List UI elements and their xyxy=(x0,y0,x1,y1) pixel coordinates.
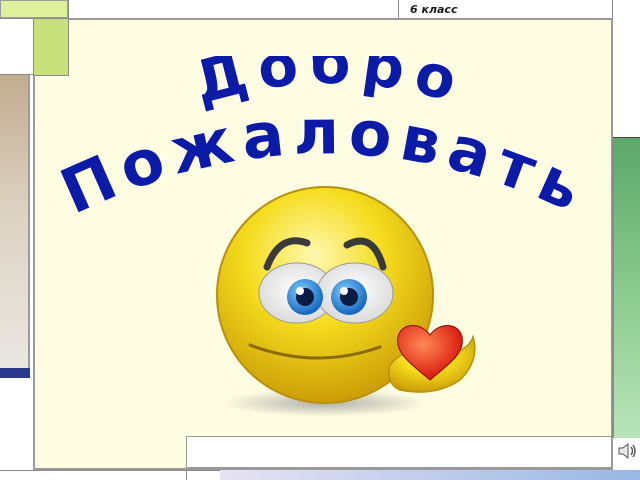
top-left-green-block xyxy=(0,0,68,18)
left-gradient-bar xyxy=(0,75,30,371)
divider xyxy=(0,18,33,19)
left-blue-bar xyxy=(0,368,30,378)
divider xyxy=(186,470,187,480)
bottom-gradient-bar xyxy=(220,470,640,480)
speaker-icon[interactable] xyxy=(616,440,638,462)
right-green-bar xyxy=(612,138,640,438)
bottom-box xyxy=(186,436,612,468)
class-label: 6 класс xyxy=(410,3,458,16)
divider xyxy=(68,0,69,18)
smiley-icon xyxy=(216,186,476,417)
